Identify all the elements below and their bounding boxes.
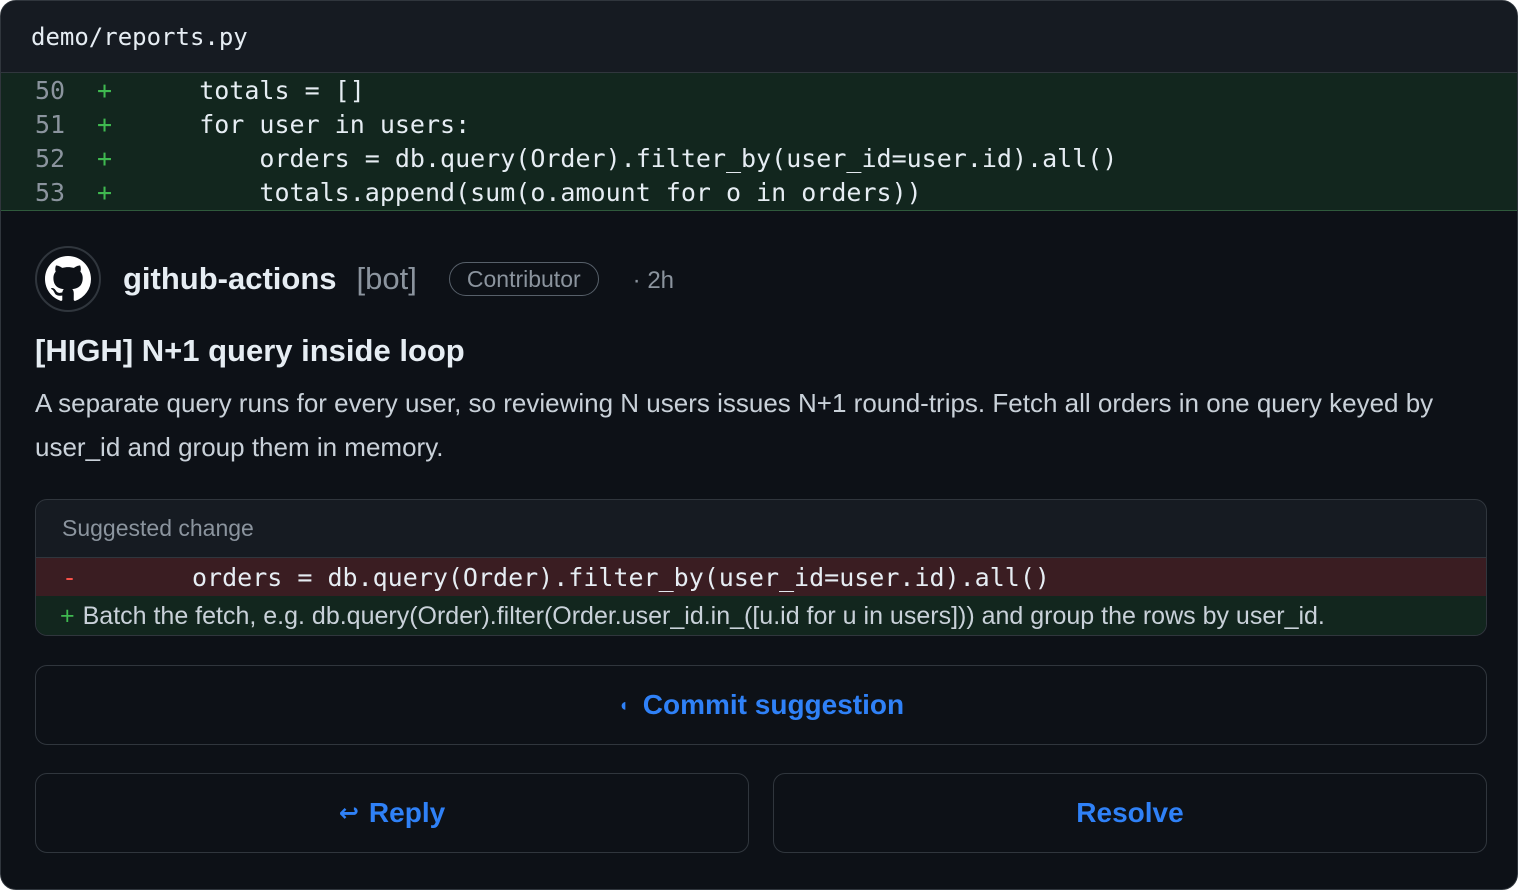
line-number: 50: [35, 75, 66, 105]
added-sign: +: [60, 601, 75, 630]
avatar[interactable]: [35, 246, 101, 312]
diff-line: 52 + orders = db.query(Order).filter_by(…: [1, 141, 1517, 175]
author-name[interactable]: github-actions: [123, 261, 337, 297]
removed-code: orders = db.query(Order).filter_by(user_…: [192, 562, 1050, 592]
added-sign: +: [97, 143, 113, 173]
removed-line: - orders = db.query(Order).filter_by(use…: [36, 558, 1486, 596]
comment-timestamp[interactable]: · 2h: [633, 267, 674, 295]
line-number: 51: [35, 109, 66, 139]
resolve-label: Resolve: [1076, 797, 1184, 828]
suggested-change-header: Suggested change: [36, 500, 1486, 558]
diff-block: 50 + totals = [] 51 + for user in users:…: [1, 73, 1517, 211]
reply-arrow-icon: ↩: [338, 799, 359, 827]
code-text: for user in users:: [139, 109, 471, 139]
reply-label: Reply: [368, 797, 446, 828]
code-text: totals.append(sum(o.amount for o in orde…: [139, 177, 922, 207]
added-sign: +: [97, 109, 113, 139]
bot-tag: [bot]: [356, 261, 417, 296]
diff-line: 53 + totals.append(sum(o.amount for o in…: [1, 175, 1517, 209]
file-path[interactable]: demo/reports.py: [31, 23, 248, 51]
reply-button[interactable]: ↩ Reply: [35, 773, 749, 853]
github-mark-icon: [45, 256, 91, 301]
code-text: orders = db.query(Order).filter_by(user_…: [139, 143, 1118, 173]
suggested-change-box: Suggested change - orders = db.query(Ord…: [35, 499, 1487, 636]
commit-suggestion-label: Commit suggestion: [642, 689, 905, 720]
line-number: 53: [35, 177, 66, 207]
file-header: demo/reports.py: [1, 1, 1517, 73]
line-number: 52: [35, 143, 66, 173]
resolve-button[interactable]: Resolve: [773, 773, 1487, 853]
comment-body: A separate query runs for every user, so…: [35, 388, 1434, 462]
added-sign: +: [97, 75, 113, 105]
comment: github-actions [bot] Contributor · 2h [H…: [35, 245, 1483, 469]
comment-header: github-actions [bot] Contributor · 2h: [35, 245, 1483, 313]
contributor-badge: Contributor: [448, 262, 599, 296]
removed-sign: -: [62, 562, 78, 592]
comment-title: [HIGH] N+1 query inside loop: [35, 333, 465, 368]
added-line: + Batch the fetch, e.g. db.query(Order).…: [36, 596, 1486, 635]
added-sign: +: [97, 177, 113, 207]
commit-suggestion-button[interactable]: ◖ Commit suggestion: [35, 665, 1487, 745]
diff-line: 51 + for user in users:: [1, 107, 1517, 141]
review-comment-card: demo/reports.py 50 + totals = [] 51 + fo…: [0, 0, 1518, 890]
added-text: Batch the fetch, e.g. db.query(Order).fi…: [82, 601, 1325, 630]
code-text: totals = []: [139, 75, 365, 105]
diff-line: 50 + totals = []: [1, 73, 1517, 107]
commit-icon: ◖: [617, 694, 629, 715]
